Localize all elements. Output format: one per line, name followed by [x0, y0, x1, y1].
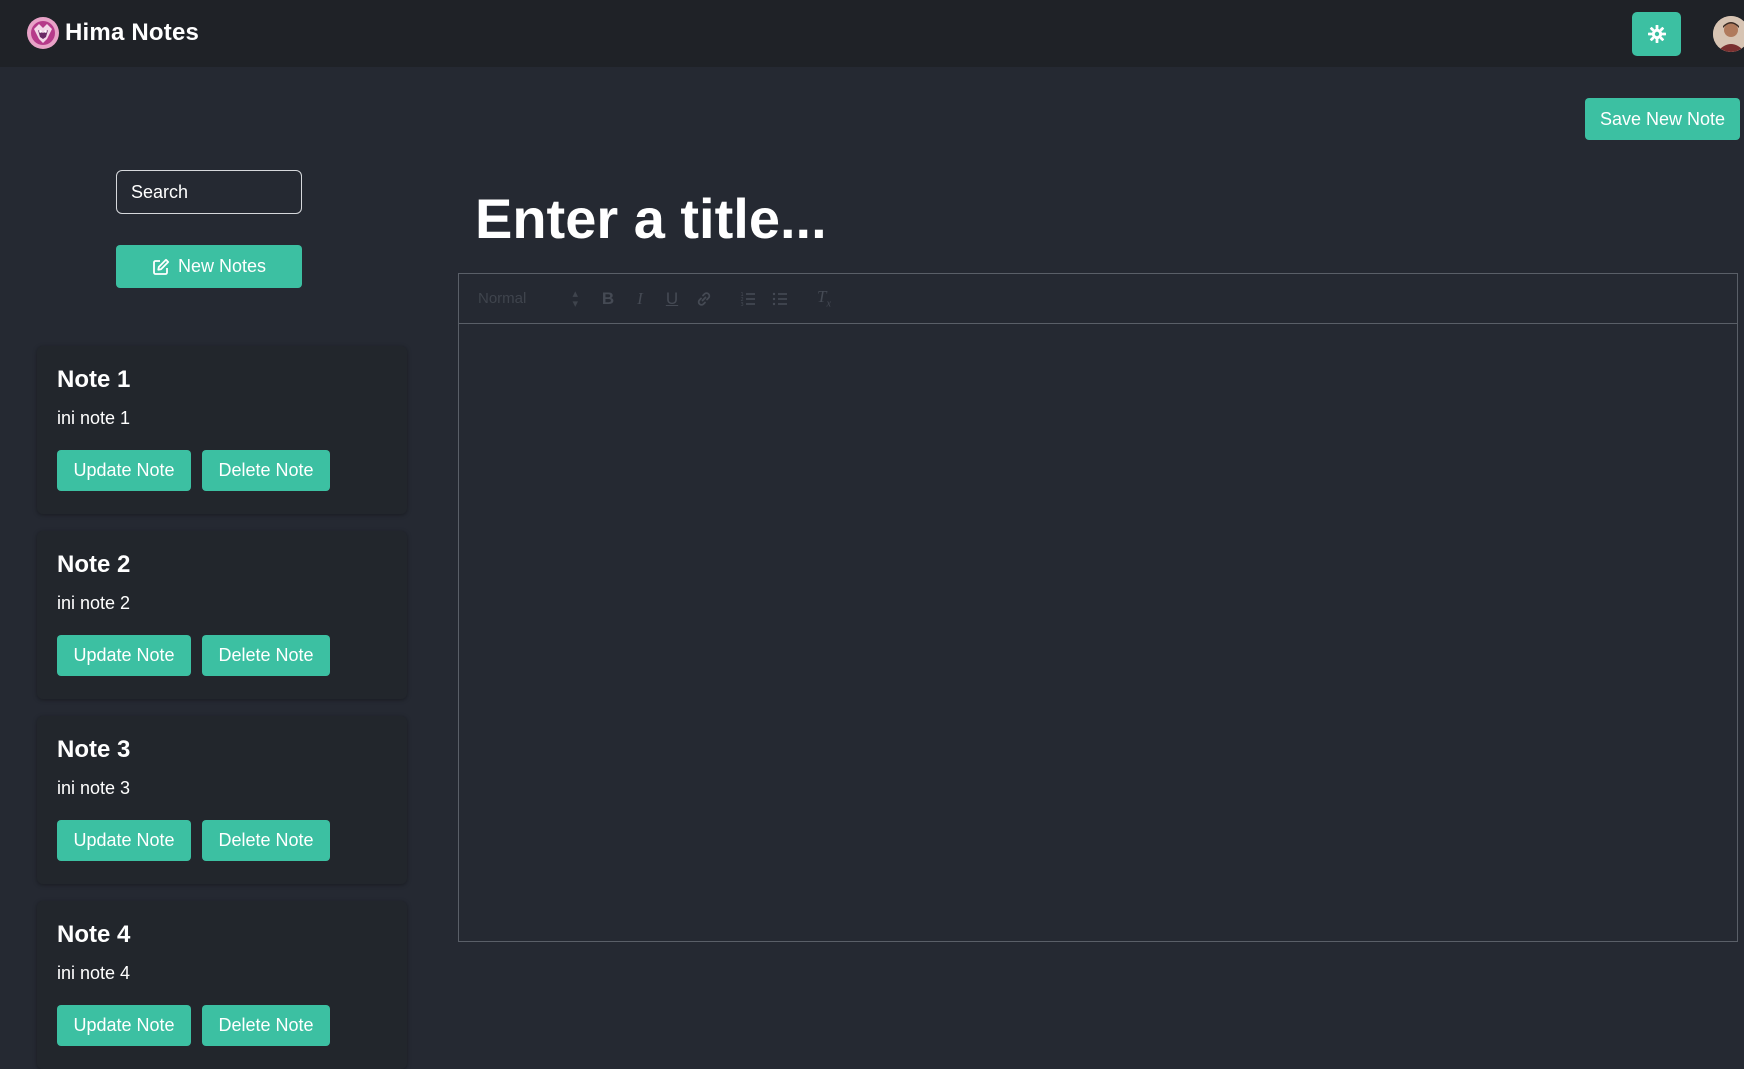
new-notes-label: New Notes	[177, 256, 267, 276]
avatar-image	[1713, 16, 1744, 52]
brand-name: Hima Notes	[65, 19, 200, 46]
header-select[interactable]: Normal ▴ ▾	[478, 287, 578, 311]
note-body: ini note 4	[57, 963, 131, 983]
delete-note-button[interactable]: Delete Note	[202, 450, 330, 491]
update-note-button[interactable]: Update Note	[57, 635, 191, 676]
note-body: ini note 2	[57, 593, 131, 613]
brand[interactable]: Hima Notes	[25, 15, 199, 51]
note-title: Note 2	[57, 551, 131, 578]
note-card: Note 3 ini note 3 Update Note Delete Not…	[37, 716, 407, 884]
note-card: Note 4 ini note 4 Update Note Delete Not…	[37, 901, 407, 1069]
note-card: Note 2 ini note 2 Update Note Delete Not…	[37, 531, 407, 699]
ordered-list-icon[interactable]: 1 2 3	[734, 287, 762, 311]
clear-format-icon[interactable]: Tx	[810, 287, 838, 311]
bullet-list-icon[interactable]	[766, 287, 794, 311]
link-icon[interactable]	[690, 287, 718, 311]
note-card: Note 1 ini note 1 Update Note Delete Not…	[37, 346, 407, 514]
note-title: Note 3	[57, 736, 131, 763]
gear-icon	[1647, 25, 1666, 43]
brand-logo-icon	[27, 17, 59, 49]
navbar: Hima Notes	[0, 0, 1744, 67]
svg-text:3: 3	[741, 301, 744, 307]
ordered-list-glyph: 1 2 3	[741, 291, 755, 307]
note-body: ini note 3	[57, 778, 131, 798]
note-body: ini note 1	[57, 408, 131, 428]
note-title-input[interactable]	[475, 178, 1375, 258]
note-title: Note 4	[57, 921, 131, 948]
update-note-button[interactable]: Update Note	[57, 820, 191, 861]
delete-note-button[interactable]: Delete Note	[202, 820, 330, 861]
delete-note-button[interactable]: Delete Note	[202, 1005, 330, 1046]
edit-icon	[153, 258, 170, 275]
select-arrows-icon: ▴ ▾	[572, 287, 578, 310]
save-new-note-button[interactable]: Save New Note	[1585, 98, 1740, 140]
note-title: Note 1	[57, 366, 131, 393]
rich-text-editor: Normal ▴ ▾ B I U 1 2 3 Tx	[458, 273, 1738, 942]
update-note-button[interactable]: Update Note	[57, 1005, 191, 1046]
italic-icon[interactable]: I	[626, 287, 654, 311]
new-notes-button[interactable]: New Notes	[116, 245, 302, 288]
delete-note-button[interactable]: Delete Note	[202, 635, 330, 676]
editor-toolbar: Normal ▴ ▾ B I U 1 2 3 Tx	[459, 274, 1737, 324]
theme-toggle-button[interactable]	[1632, 12, 1681, 56]
avatar[interactable]	[1713, 16, 1744, 52]
bullet-list-glyph	[772, 292, 787, 305]
update-note-button[interactable]: Update Note	[57, 450, 191, 491]
editor-content-area[interactable]	[459, 324, 1737, 941]
underline-icon[interactable]: U	[658, 287, 686, 311]
bold-icon[interactable]: B	[594, 287, 622, 311]
link-glyph	[697, 291, 711, 306]
search-input[interactable]	[116, 170, 302, 214]
header-select-value: Normal	[478, 290, 527, 307]
